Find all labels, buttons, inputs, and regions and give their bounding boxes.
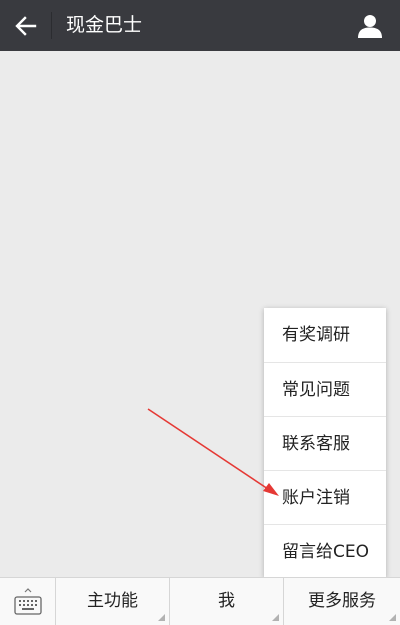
back-button[interactable] — [0, 0, 52, 51]
bottom-menu-bar: 主功能 我 更多服务 — [0, 577, 400, 625]
menu-item-contact-support[interactable]: 联系客服 — [264, 416, 386, 470]
tab-more-services-label: 更多服务 — [308, 591, 376, 611]
top-bar: 现金巴士 — [0, 0, 400, 51]
more-services-menu: 有奖调研 常见问题 联系客服 账户注销 留言给CEO — [264, 308, 386, 578]
tab-main-functions-label: 主功能 — [87, 591, 138, 611]
tab-me[interactable]: 我 — [170, 578, 284, 625]
arrow-left-icon — [15, 15, 37, 36]
profile-button[interactable] — [352, 8, 388, 44]
submenu-indicator-icon — [272, 614, 279, 621]
page-title: 现金巴士 — [66, 14, 143, 36]
keyboard-icon — [13, 587, 42, 615]
tab-main-functions[interactable]: 主功能 — [56, 578, 170, 625]
menu-item-faq[interactable]: 常见问题 — [264, 362, 386, 416]
tab-more-services[interactable]: 更多服务 — [284, 578, 400, 625]
user-icon — [358, 15, 382, 38]
header-divider — [51, 12, 52, 39]
tab-me-label: 我 — [218, 591, 235, 611]
menu-item-survey[interactable]: 有奖调研 — [264, 308, 386, 362]
menu-item-account-cancellation[interactable]: 账户注销 — [264, 470, 386, 524]
submenu-indicator-icon — [158, 614, 165, 621]
menu-item-message-ceo[interactable]: 留言给CEO — [264, 524, 386, 578]
submenu-indicator-icon — [389, 614, 396, 621]
keyboard-toggle-button[interactable] — [0, 578, 56, 625]
